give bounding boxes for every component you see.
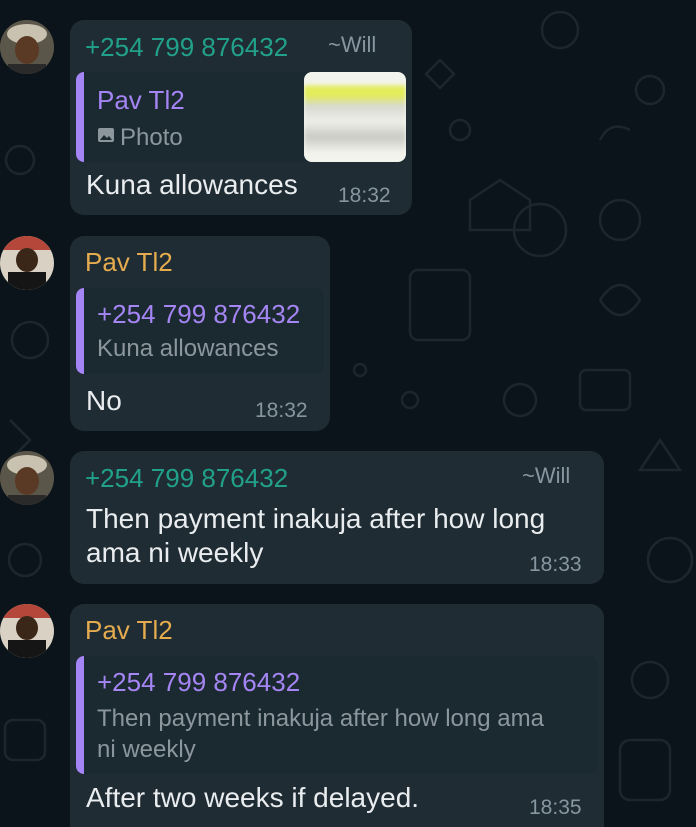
quote-accent-bar xyxy=(76,288,84,374)
avatar-photo-icon xyxy=(0,451,54,505)
photo-thumbnail[interactable] xyxy=(304,72,406,162)
quote-accent-bar xyxy=(76,656,84,774)
quote-text-line2: ni weekly xyxy=(97,736,196,763)
message-time: 18:33 xyxy=(529,553,582,576)
message-bubble[interactable]: Pav Tl2 +254 799 876432 Kuna allowances … xyxy=(70,236,330,431)
message-text: No xyxy=(86,385,122,416)
sender-name[interactable]: Pav Tl2 xyxy=(85,615,173,646)
avatar[interactable] xyxy=(0,451,54,505)
sender-alias: ~Will xyxy=(522,463,571,488)
sender-name[interactable]: +254 799 876432 xyxy=(85,32,288,63)
avatar-photo-icon xyxy=(0,20,54,74)
quote-text-line1: Then payment inakuja after how long ama xyxy=(97,705,544,732)
quote-sender: +254 799 876432 xyxy=(97,667,301,697)
quote-accent-bar xyxy=(76,72,84,162)
message-time: 18:32 xyxy=(338,184,391,207)
message-bubble[interactable]: Pav Tl2 +254 799 876432 Then payment ina… xyxy=(70,604,604,827)
photo-icon xyxy=(97,127,115,143)
message-bubble[interactable]: +254 799 876432 ~Will Pav Tl2 Photo Kuna… xyxy=(70,20,412,215)
message-time: 18:32 xyxy=(255,399,308,422)
quoted-message[interactable]: Pav Tl2 Photo xyxy=(76,72,406,162)
thumbnail-image xyxy=(304,72,406,162)
sender-alias: ~Will xyxy=(328,32,377,57)
sender-name[interactable]: Pav Tl2 xyxy=(85,247,173,278)
message-text-line1: Then payment inakuja after how long xyxy=(86,503,546,534)
message-bubble[interactable]: +254 799 876432 ~Will Then payment inaku… xyxy=(70,451,604,584)
sender-name[interactable]: +254 799 876432 xyxy=(85,463,288,494)
avatar[interactable] xyxy=(0,20,54,74)
message-text: Kuna allowances xyxy=(86,169,298,200)
message-time: 18:35 xyxy=(529,796,582,819)
quoted-message[interactable]: +254 799 876432 Then payment inakuja aft… xyxy=(76,656,598,774)
quote-sender: +254 799 876432 xyxy=(97,299,301,329)
avatar[interactable] xyxy=(0,236,54,290)
quote-text: Photo xyxy=(120,124,183,151)
avatar-photo-icon xyxy=(0,236,54,290)
quote-sender: Pav Tl2 xyxy=(97,85,185,115)
message-text: After two weeks if delayed. xyxy=(86,782,420,813)
quoted-message[interactable]: +254 799 876432 Kuna allowances xyxy=(76,288,324,374)
avatar[interactable] xyxy=(0,604,54,658)
quote-text: Kuna allowances xyxy=(97,335,279,362)
avatar-photo-icon xyxy=(0,604,54,658)
message-text-line2: ama ni weekly xyxy=(86,537,264,568)
